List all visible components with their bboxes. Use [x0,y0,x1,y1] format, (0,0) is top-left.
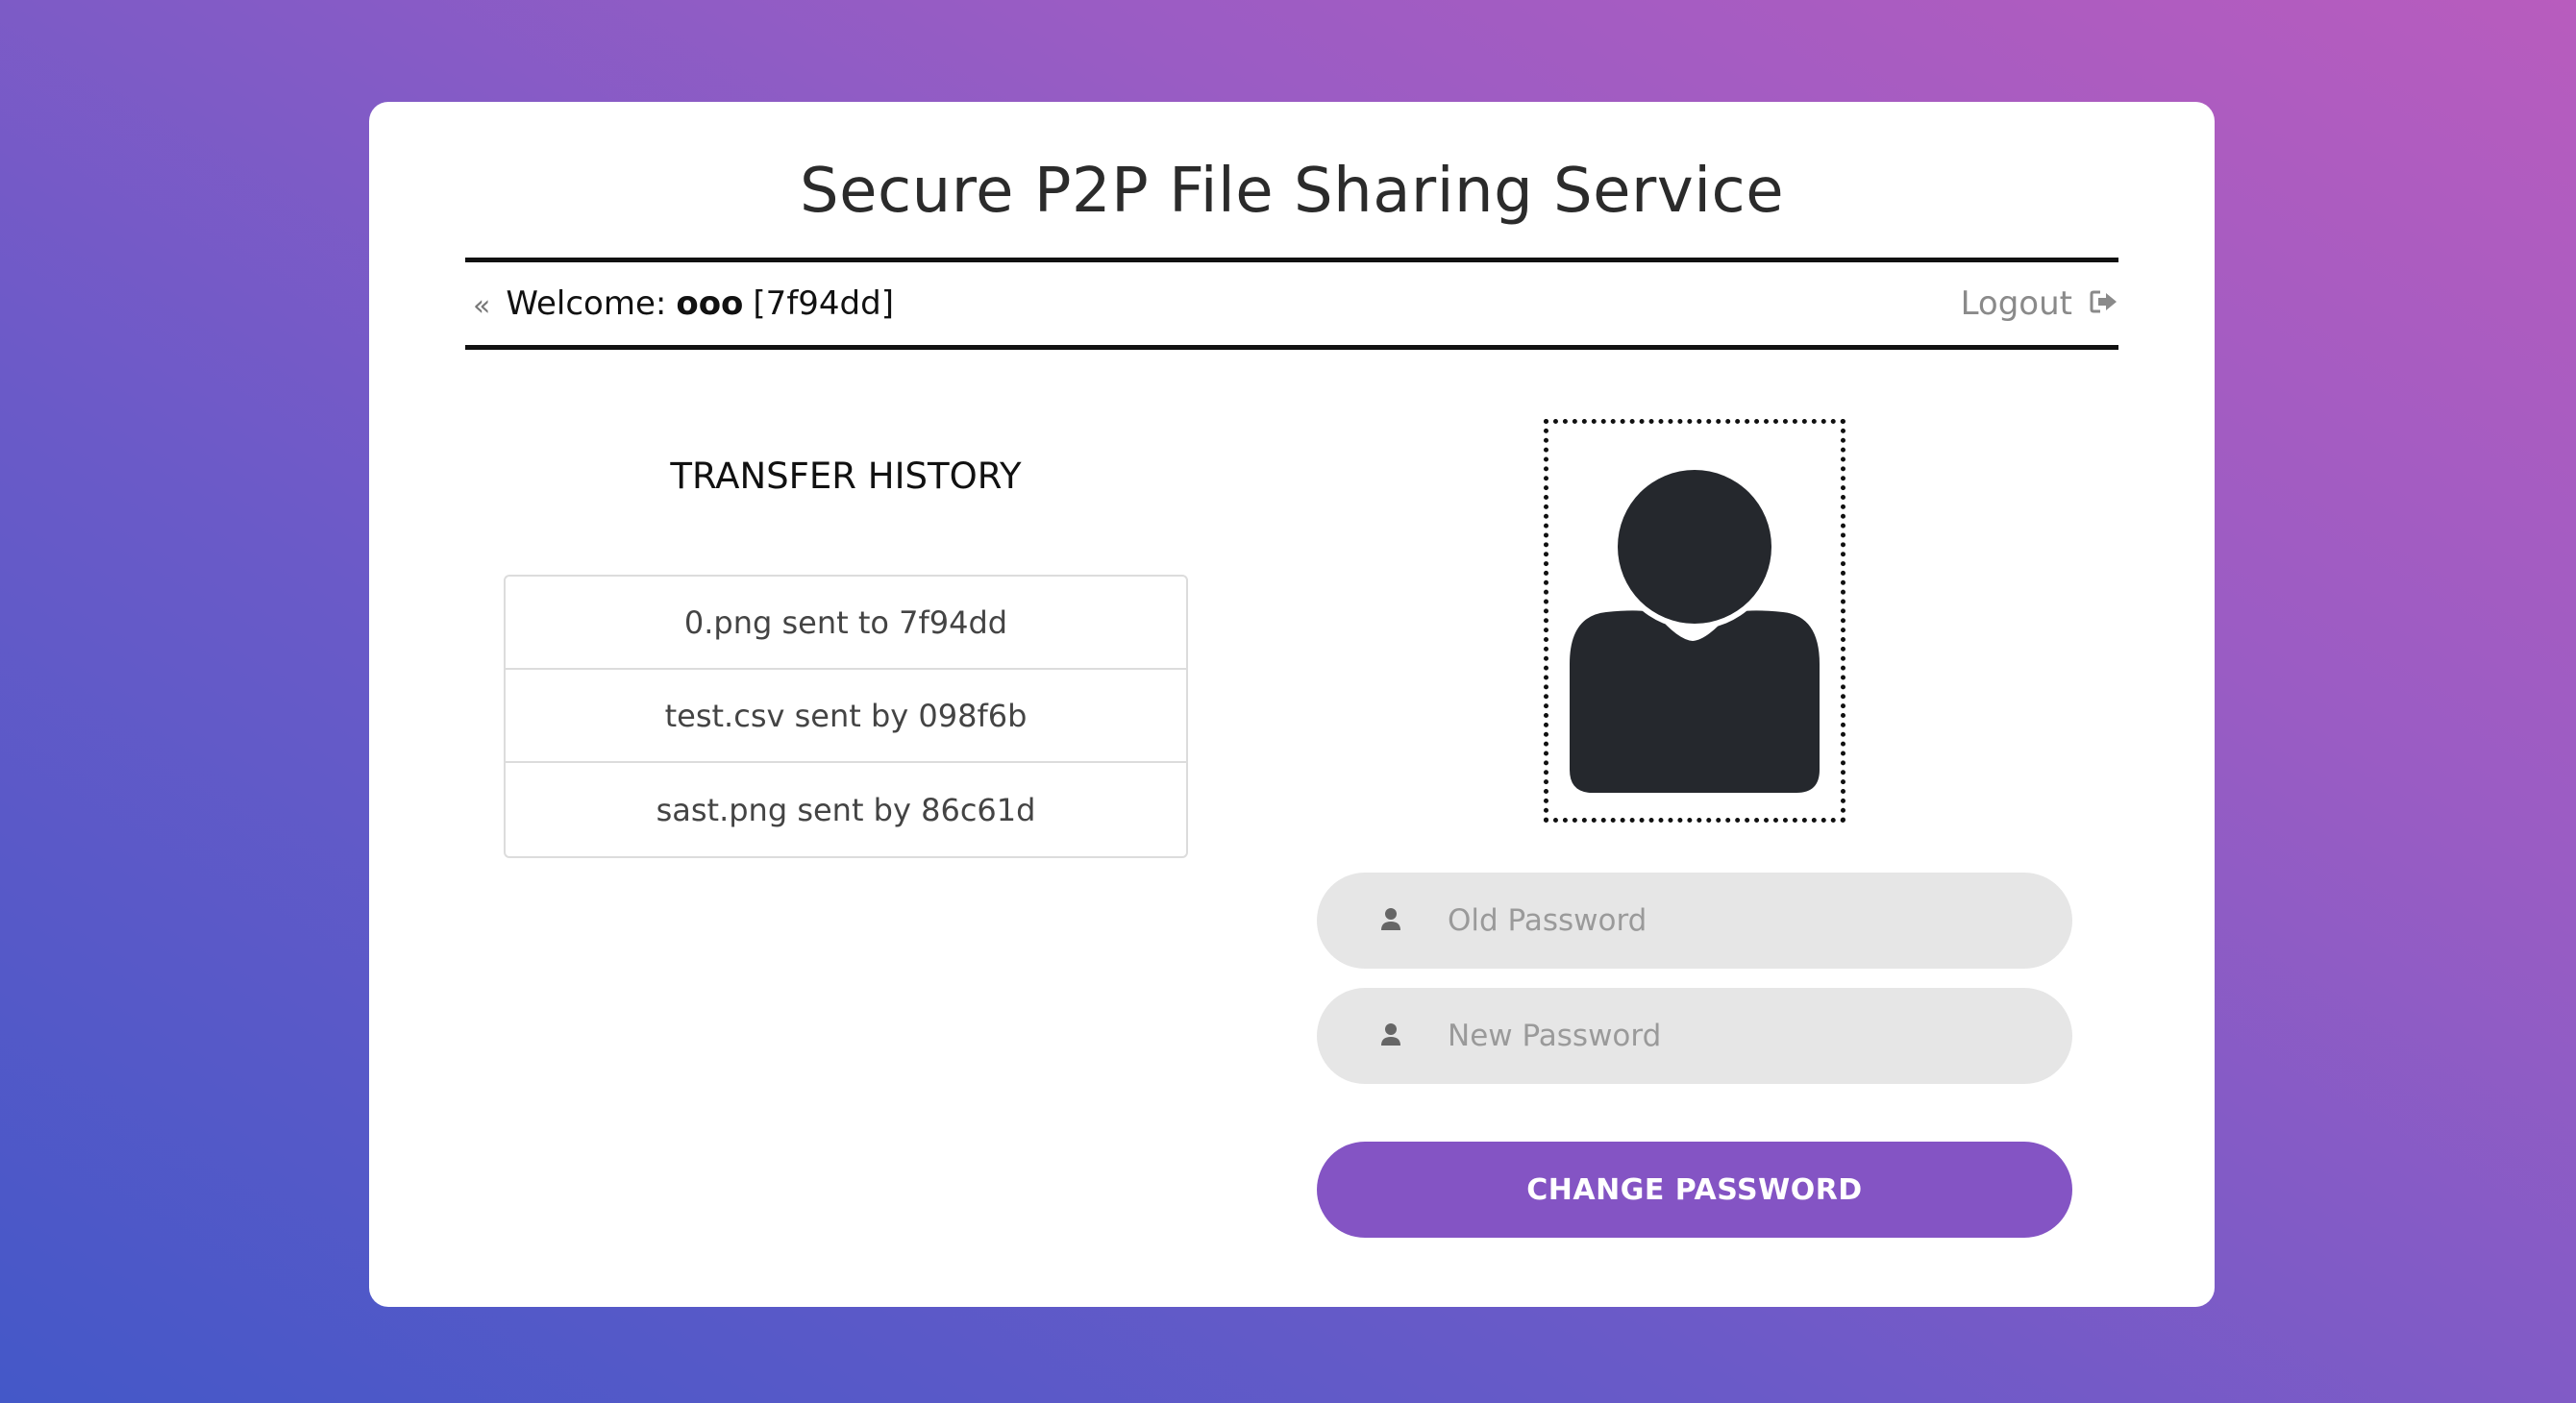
list-item[interactable]: sast.png sent by 86c61d [506,763,1186,856]
welcome-label: Welcome: [506,284,667,323]
logout-link[interactable]: Logout [1961,262,2118,345]
new-password-input[interactable] [1448,988,2034,1084]
transfer-history-title: TRANSFER HISTORY [670,455,1022,497]
sign-out-icon[interactable] [2090,284,2118,323]
change-password-button[interactable]: CHANGE PASSWORD [1317,1142,2072,1238]
main-card: Secure P2P File Sharing Service « Welcom… [369,102,2215,1307]
list-item[interactable]: 0.png sent to 7f94dd [506,577,1186,670]
old-password-field[interactable] [1317,873,2072,969]
new-password-field[interactable] [1317,988,2072,1084]
page-title: Secure P2P File Sharing Service [799,156,1785,227]
user-bar: « Welcome: ooo [7f94dd] Logout [465,258,2118,350]
user-icon [1380,1022,1401,1051]
user-silhouette-icon [1570,464,1820,793]
user-icon [1380,907,1401,936]
list-item[interactable]: test.csv sent by 098f6b [506,670,1186,763]
transfer-history-list: 0.png sent to 7f94dd test.csv sent by 09… [504,575,1188,858]
username: ooo [676,284,744,323]
old-password-input[interactable] [1448,873,2034,969]
welcome-area: « Welcome: ooo [7f94dd] [473,262,894,345]
user-id: [7f94dd] [753,284,894,323]
avatar[interactable] [1544,419,1845,823]
double-chevron-left-icon[interactable]: « [473,289,490,323]
logout-label[interactable]: Logout [1961,284,2072,323]
